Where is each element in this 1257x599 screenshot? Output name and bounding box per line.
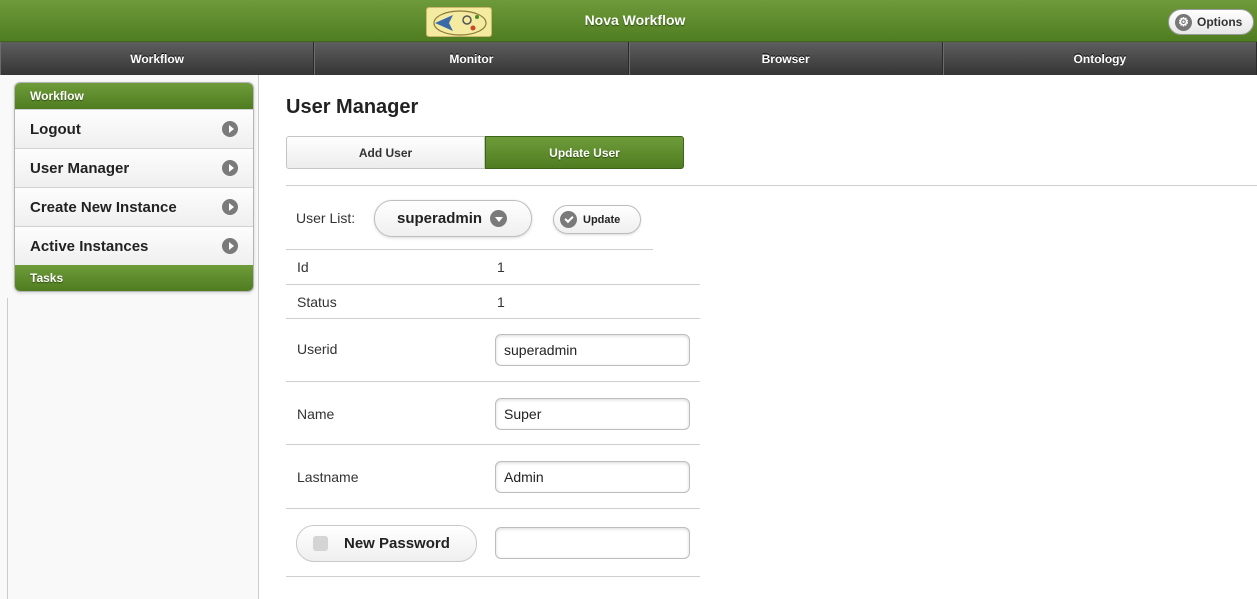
name-field[interactable]: [495, 398, 690, 430]
row-divider: [286, 576, 700, 577]
name-label: Name: [297, 406, 335, 422]
arrow-right-icon: [222, 160, 238, 176]
lastname-field[interactable]: [495, 461, 690, 493]
tab-update-user[interactable]: Update User: [485, 136, 684, 169]
row-divider: [286, 318, 700, 319]
userid-field[interactable]: [495, 334, 690, 366]
row-divider: [286, 444, 700, 445]
app-logo: [426, 7, 492, 37]
user-list-selected: superadmin: [397, 210, 483, 227]
arrow-right-icon: [222, 199, 238, 215]
sidebar-section-workflow: Workflow: [15, 83, 253, 109]
row-divider: [286, 249, 653, 250]
user-list-select[interactable]: superadmin: [374, 200, 532, 237]
update-label: Update: [583, 213, 621, 226]
row-divider: [286, 381, 700, 382]
sidebar-item-logout[interactable]: Logout: [15, 109, 253, 148]
new-password-field[interactable]: [495, 527, 690, 559]
lastname-label: Lastname: [297, 469, 359, 485]
id-label: Id: [297, 259, 309, 275]
checkbox-icon: [313, 536, 328, 551]
sidebar-divider: [7, 298, 8, 599]
app-header: Nova Workflow ⚙ Options: [0, 0, 1257, 42]
nav-monitor[interactable]: Monitor: [314, 42, 629, 75]
options-button[interactable]: ⚙ Options: [1168, 9, 1254, 35]
update-button[interactable]: Update: [553, 205, 641, 234]
chevron-down-icon: [490, 210, 508, 227]
new-password-label: New Password: [344, 535, 450, 552]
arrow-right-icon: [222, 121, 238, 137]
row-divider: [286, 508, 700, 509]
status-value: 1: [497, 294, 505, 310]
user-list-label: User List:: [296, 210, 356, 226]
sidebar-menu: Workflow Logout User Manager Create New …: [14, 82, 254, 292]
id-value: 1: [497, 259, 505, 275]
sidebar-item-label: Create New Instance: [30, 198, 177, 216]
tab-add-user[interactable]: Add User: [286, 136, 485, 169]
row-divider: [286, 284, 700, 285]
nav-ontology[interactable]: Ontology: [942, 42, 1257, 75]
page-title: User Manager: [286, 96, 419, 118]
status-label: Status: [297, 294, 337, 310]
gear-icon: ⚙: [1175, 13, 1192, 31]
options-label: Options: [1197, 15, 1243, 29]
arrow-right-icon: [222, 238, 238, 254]
new-password-checkbox[interactable]: New Password: [296, 525, 477, 562]
sidebar-item-label: Logout: [30, 120, 81, 138]
sidebar-item-active-instances[interactable]: Active Instances: [15, 226, 253, 265]
sidebar-section-tasks: Tasks: [15, 265, 253, 291]
nav-workflow[interactable]: Workflow: [0, 42, 315, 75]
main-navbar: Workflow Monitor Browser Ontology: [0, 42, 1257, 75]
userid-label: Userid: [297, 341, 338, 357]
sidebar-item-user-manager[interactable]: User Manager: [15, 148, 253, 187]
app-title: Nova Workflow: [584, 12, 686, 28]
sidebar-item-label: User Manager: [30, 159, 130, 177]
sidebar-item-create-new-instance[interactable]: Create New Instance: [15, 187, 253, 226]
nav-browser[interactable]: Browser: [628, 42, 943, 75]
sidebar-item-label: Active Instances: [30, 237, 149, 255]
divider: [286, 185, 1257, 186]
check-icon: [560, 211, 577, 228]
